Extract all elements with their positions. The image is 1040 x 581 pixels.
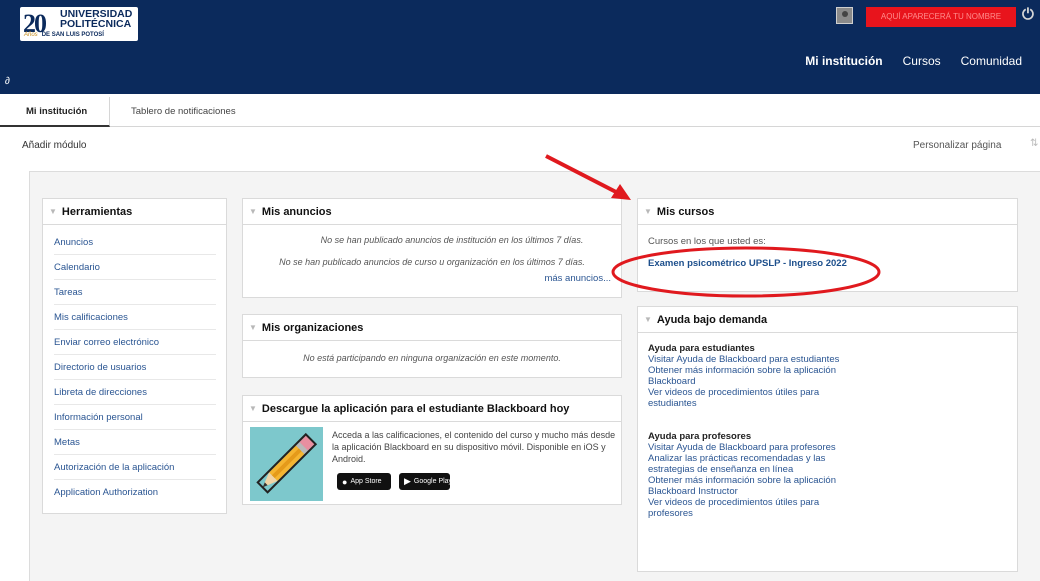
nav-tab-comunidad[interactable]: Comunidad xyxy=(961,54,1022,68)
organizations-empty-text: No está participando en ninguna organiza… xyxy=(303,353,561,363)
subtab-mi-institucion[interactable]: Mi institución xyxy=(0,97,110,127)
top-header: 20 UNIVERSIDAD POLITÉCNICA Años DE SAN LU… xyxy=(0,0,1040,94)
announcements-institution-text: No se han publicado anuncios de instituc… xyxy=(320,235,584,245)
help-teachers-heading: Ayuda para profesores xyxy=(648,431,752,442)
module-header[interactable]: ▼ Mis organizaciones xyxy=(243,315,621,341)
tool-link-metas[interactable]: Metas xyxy=(54,430,216,455)
module-header[interactable]: ▼ Mis anuncios xyxy=(243,199,621,225)
subtab-tablero-notificaciones[interactable]: Tablero de notificaciones xyxy=(131,97,236,127)
play-icon: ▶ xyxy=(404,476,411,486)
google-play-badge[interactable]: ▶ Google Play xyxy=(399,473,452,490)
module-mis-organizaciones: ▼ Mis organizaciones No está participando… xyxy=(242,314,622,378)
page-toolbar: Añadir módulo Personalizar página ⇅ xyxy=(0,132,1040,158)
help-link-students-app[interactable]: Obtener más información sobre la aplicac… xyxy=(648,365,863,387)
help-link-students-help[interactable]: Visitar Ayuda de Blackboard para estudia… xyxy=(648,354,1017,365)
app-description: Acceda a las calificaciones, el contenid… xyxy=(332,430,616,464)
tool-link-autorizacion-aplicacion[interactable]: Autorización de la aplicación xyxy=(54,455,216,480)
collapse-triangle-icon[interactable]: ▼ xyxy=(644,207,652,216)
module-header[interactable]: ▼ Mis cursos xyxy=(638,199,1017,225)
reorder-icon[interactable]: ⇅ xyxy=(1030,138,1038,149)
module-mis-anuncios: ▼ Mis anuncios No se han publicado anunci… xyxy=(242,198,622,298)
link-icon[interactable]: ∂ xyxy=(5,76,10,87)
courses-role-label: Cursos en los que usted es: xyxy=(648,236,766,247)
app-store-badge[interactable]: ● App Store xyxy=(337,473,391,490)
collapse-triangle-icon[interactable]: ▼ xyxy=(249,404,257,413)
nav-tab-mi-institucion[interactable]: Mi institución xyxy=(805,54,882,68)
help-link-teachers-practices[interactable]: Analizar las prácticas recomendadas y la… xyxy=(648,453,863,475)
help-link-teachers-instructor-app[interactable]: Obtener más información sobre la aplicac… xyxy=(648,475,873,497)
university-logo[interactable]: 20 UNIVERSIDAD POLITÉCNICA Años DE SAN LU… xyxy=(20,7,138,41)
tools-list: Anuncios Calendario Tareas Mis calificac… xyxy=(43,225,226,505)
more-announcements-link[interactable]: más anuncios... xyxy=(243,273,611,284)
collapse-triangle-icon[interactable]: ▼ xyxy=(644,315,652,324)
pencil-illustration-icon xyxy=(250,427,323,501)
logout-power-icon[interactable]: ⏻ xyxy=(1022,6,1040,28)
module-header[interactable]: ▼ Herramientas xyxy=(43,199,226,225)
tool-link-mis-calificaciones[interactable]: Mis calificaciones xyxy=(54,305,216,330)
tool-link-calendario[interactable]: Calendario xyxy=(54,255,216,280)
tool-link-directorio-usuarios[interactable]: Directorio de usuarios xyxy=(54,355,216,380)
apple-icon: ● xyxy=(342,476,348,487)
help-link-teachers-videos[interactable]: Ver videos de procedimientos útiles para… xyxy=(648,497,863,519)
collapse-triangle-icon[interactable]: ▼ xyxy=(49,207,57,216)
customize-page-button[interactable]: Personalizar página xyxy=(913,140,1001,151)
tool-link-libreta-direcciones[interactable]: Libreta de direcciones xyxy=(54,380,216,405)
add-module-button[interactable]: Añadir módulo xyxy=(22,140,86,151)
module-descargue-aplicacion: ▼ Descargue la aplicación para el estudia… xyxy=(242,395,622,505)
user-avatar-icon[interactable] xyxy=(836,7,853,24)
user-name-badge[interactable]: AQUÍ APARECERÁ TU NOMBRE xyxy=(866,7,1016,27)
collapse-triangle-icon[interactable]: ▼ xyxy=(249,323,257,332)
page: 20 UNIVERSIDAD POLITÉCNICA Años DE SAN LU… xyxy=(0,0,1040,581)
logo-line-3: Años DE SAN LUIS POTOSÍ xyxy=(24,32,104,38)
tool-link-tareas[interactable]: Tareas xyxy=(54,280,216,305)
module-mis-cursos: ▼ Mis cursos Cursos en los que usted es: … xyxy=(637,198,1018,292)
module-ayuda-bajo-demanda: ▼ Ayuda bajo demanda Ayuda para estudiant… xyxy=(637,306,1018,572)
help-body: Ayuda para estudiantes Visitar Ayuda de … xyxy=(638,333,1017,519)
help-students-heading: Ayuda para estudiantes xyxy=(648,343,755,354)
help-link-teachers-help[interactable]: Visitar Ayuda de Blackboard para profeso… xyxy=(648,442,1017,453)
sub-tabs: Mi institución Tablero de notificaciones xyxy=(0,97,1040,127)
tool-link-enviar-correo[interactable]: Enviar correo electrónico xyxy=(54,330,216,355)
module-header[interactable]: ▼ Ayuda bajo demanda xyxy=(638,307,1017,333)
tool-link-anuncios[interactable]: Anuncios xyxy=(54,230,216,255)
nav-tab-cursos[interactable]: Cursos xyxy=(903,54,941,68)
tool-link-informacion-personal[interactable]: Información personal xyxy=(54,405,216,430)
announcements-course-text: No se han publicado anuncios de curso u … xyxy=(279,257,585,267)
main-nav: Mi institución Cursos Comunidad xyxy=(805,54,1022,68)
tool-link-application-authorization[interactable]: Application Authorization xyxy=(54,480,216,505)
course-link-examen-psicometrico[interactable]: Examen psicométrico UPSLP - Ingreso 2022 xyxy=(648,258,1017,269)
module-header[interactable]: ▼ Descargue la aplicación para el estudia… xyxy=(243,396,621,422)
module-herramientas: ▼ Herramientas Anuncios Calendario Tareas… xyxy=(42,198,227,514)
collapse-triangle-icon[interactable]: ▼ xyxy=(249,207,257,216)
logo-line-2: POLITÉCNICA xyxy=(60,18,132,30)
help-link-students-videos[interactable]: Ver videos de procedimientos útiles para… xyxy=(648,387,863,409)
